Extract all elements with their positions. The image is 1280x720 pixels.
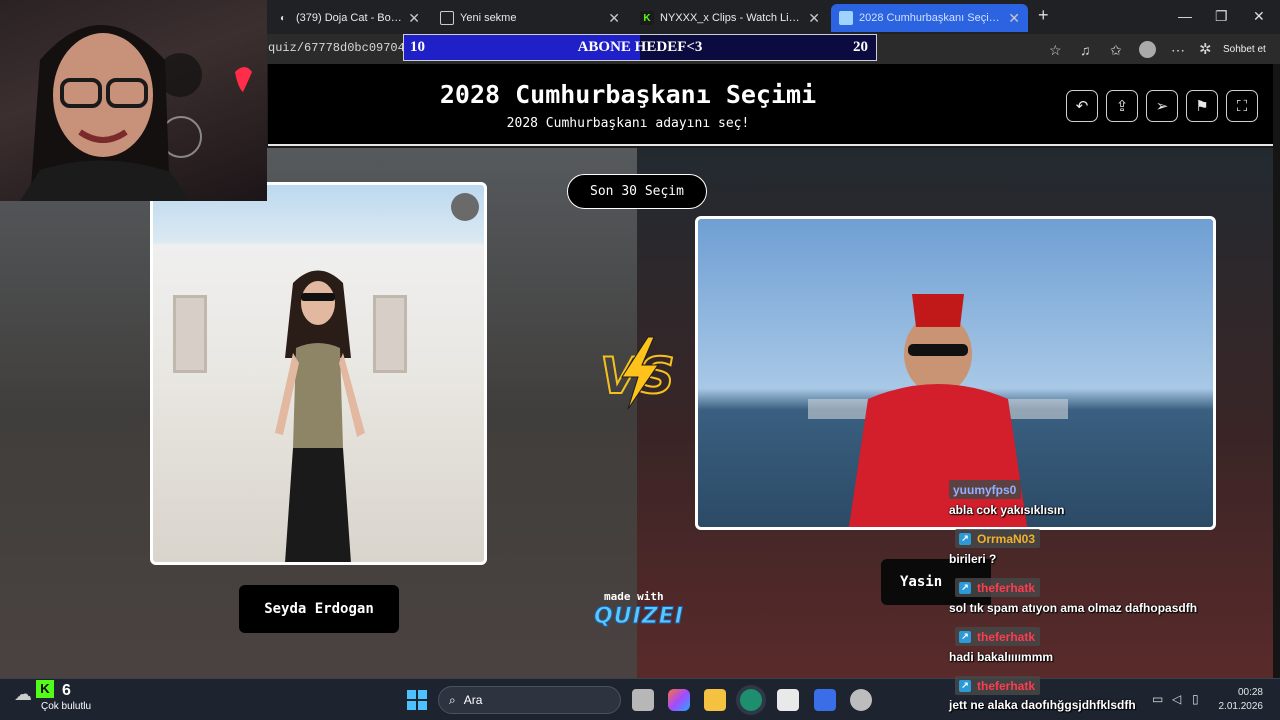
- edge-browser-icon[interactable]: [740, 689, 762, 711]
- volume-icon[interactable]: ◁: [1172, 692, 1181, 706]
- quizei-icon: [839, 11, 853, 25]
- copilot-icon[interactable]: ✲: [1199, 40, 1212, 58]
- more-menu-icon[interactable]: ⋯: [1171, 42, 1185, 59]
- chat-username-text: theferhatk: [977, 580, 1036, 595]
- send-button[interactable]: ➢: [1146, 90, 1178, 122]
- quiz-subtitle: 2028 Cumhurbaşkanı adayını seç!: [506, 116, 750, 131]
- report-button[interactable]: ⚑: [1186, 90, 1218, 122]
- page-scrollbar[interactable]: [1273, 64, 1280, 678]
- maximize-icon[interactable]: ❐: [1215, 8, 1228, 25]
- windows-start-icon[interactable]: [406, 689, 428, 711]
- network-icon[interactable]: ▭: [1152, 692, 1163, 706]
- right-candidate-photo: [808, 294, 1068, 527]
- favorite-star-icon[interactable]: ☆: [1049, 42, 1062, 59]
- chat-message: abla cok yakısıklısın: [949, 503, 1065, 517]
- profile-avatar[interactable]: [1139, 41, 1156, 58]
- audio-icon: ◐: [279, 12, 287, 24]
- webcam-feed: [20, 25, 252, 201]
- tab-quiz-active[interactable]: 2028 Cumhurbaşkanı Seçimi - Tie ✕: [831, 4, 1028, 32]
- subscriber-badge-icon: ↗: [959, 581, 971, 594]
- quiz-title: 2028 Cumhurbaşkanı Seçimi: [439, 80, 817, 109]
- newtab-icon: [440, 11, 454, 25]
- share-button[interactable]: ⇪: [1106, 90, 1138, 122]
- chat-message: hadi bakalıııımmm: [949, 650, 1054, 664]
- weather-temperature[interactable]: 6: [62, 682, 71, 700]
- chat-username: ↗ theferhatk: [955, 578, 1041, 597]
- chat-message: sol tık spam atıyon ama olmaz dafhopasdf…: [949, 601, 1198, 615]
- favorites-icon[interactable]: ✩: [1110, 42, 1122, 59]
- photo-door: [373, 295, 407, 373]
- task-view-icon[interactable]: [632, 689, 654, 711]
- left-candidate-photo: [275, 270, 365, 562]
- chat-username-text: yuumyfps0: [953, 482, 1017, 497]
- weather-description[interactable]: Çok bulutlu: [41, 701, 91, 712]
- subscriber-goal-bar: 10 ABONE HEDEF<3 20: [403, 34, 877, 61]
- chat-username: ↗ theferhatk: [955, 676, 1041, 695]
- search-placeholder: Ara: [463, 693, 483, 707]
- send-icon: ➢: [1155, 98, 1169, 115]
- copilot-button[interactable]: Sohbet et: [1223, 44, 1266, 55]
- subscriber-badge-icon: ↗: [959, 630, 971, 643]
- minimize-icon[interactable]: —: [1178, 8, 1192, 24]
- chat-username-text: theferhatk: [977, 678, 1036, 693]
- left-candidate-card[interactable]: [150, 182, 487, 565]
- chrome-icon[interactable]: [850, 689, 872, 711]
- chat-message: birileri ?: [949, 552, 997, 566]
- tab-label: Yeni sekme: [460, 12, 517, 24]
- chat-username: ↗ OrrmaN03: [955, 529, 1041, 548]
- fullscreen-button[interactable]: ⛶: [1226, 90, 1258, 122]
- media-control-icon[interactable]: ♫: [1080, 42, 1091, 58]
- share-icon: ⇪: [1115, 98, 1129, 115]
- tab-doja-cat[interactable]: ◐ (379) Doja Cat - Boss B*tch (from ✕: [268, 4, 428, 32]
- window-close-icon[interactable]: ✕: [1253, 8, 1265, 25]
- goal-target: 20: [853, 39, 868, 55]
- goal-title: ABONE HEDEF<3: [577, 39, 703, 55]
- kick-logo-icon: K: [36, 680, 54, 698]
- taskbar-clock[interactable]: 00:28: [1219, 687, 1263, 698]
- photo-door: [173, 295, 207, 373]
- versus-icon: VS: [599, 336, 676, 410]
- chat-username-text: OrrmaN03: [977, 531, 1036, 546]
- taskbar-search[interactable]: ⌕ Ara: [438, 686, 621, 714]
- card-options-icon[interactable]: [451, 193, 479, 221]
- chat-message: jett ne alaka daofıhğgsjdhfklsdfh: [949, 698, 1136, 712]
- close-icon[interactable]: ✕: [608, 10, 620, 27]
- tab-kick-clips[interactable]: K NYXXX_x Clips - Watch Live on Kick ✕: [632, 4, 828, 32]
- flag-icon: ⚑: [1195, 98, 1209, 115]
- subscriber-badge-icon: ↗: [959, 679, 971, 692]
- chat-username-text: theferhatk: [977, 629, 1036, 644]
- made-with-label: made with: [604, 590, 664, 603]
- cloudy-weather-icon: ☁: [14, 684, 32, 704]
- recent-selections-button[interactable]: Son 30 Seçim: [567, 174, 707, 209]
- undo-button[interactable]: ↶: [1066, 90, 1098, 122]
- close-icon[interactable]: ✕: [408, 10, 420, 27]
- app-icon[interactable]: [814, 689, 836, 711]
- tab-label: 2028 Cumhurbaşkanı Seçimi - Tie: [859, 12, 1002, 24]
- fullscreen-icon: ⛶: [1236, 97, 1248, 115]
- kick-icon: K: [640, 11, 654, 25]
- quiz-header: 2028 Cumhurbaşkanı Seçimi 2028 Cumhurbaş…: [268, 64, 1273, 146]
- webcam-overlay: [0, 0, 267, 201]
- undo-icon: ↶: [1075, 98, 1089, 115]
- chat-username: yuumyfps0: [949, 480, 1022, 499]
- copilot-app-icon[interactable]: [668, 689, 690, 711]
- tab-label: (379) Doja Cat - Boss B*tch (from: [296, 12, 402, 24]
- new-tab-button[interactable]: +: [1038, 5, 1049, 26]
- quizei-logo[interactable]: QUIZEI: [594, 604, 684, 630]
- tab-new-tab[interactable]: Yeni sekme ✕: [432, 4, 628, 32]
- left-candidate-name[interactable]: Seyda Erdogan: [239, 585, 399, 633]
- subscriber-badge-icon: ↗: [959, 532, 971, 545]
- store-icon[interactable]: [777, 689, 799, 711]
- close-icon[interactable]: ✕: [1008, 10, 1020, 27]
- taskbar-date[interactable]: 2.01.2026: [1210, 701, 1264, 712]
- file-explorer-icon[interactable]: [704, 689, 726, 711]
- close-icon[interactable]: ✕: [808, 10, 820, 27]
- tab-label: NYXXX_x Clips - Watch Live on Kick: [660, 12, 802, 24]
- search-icon: ⌕: [449, 692, 456, 707]
- battery-icon[interactable]: ▯: [1192, 692, 1199, 706]
- chat-username: ↗ theferhatk: [955, 627, 1041, 646]
